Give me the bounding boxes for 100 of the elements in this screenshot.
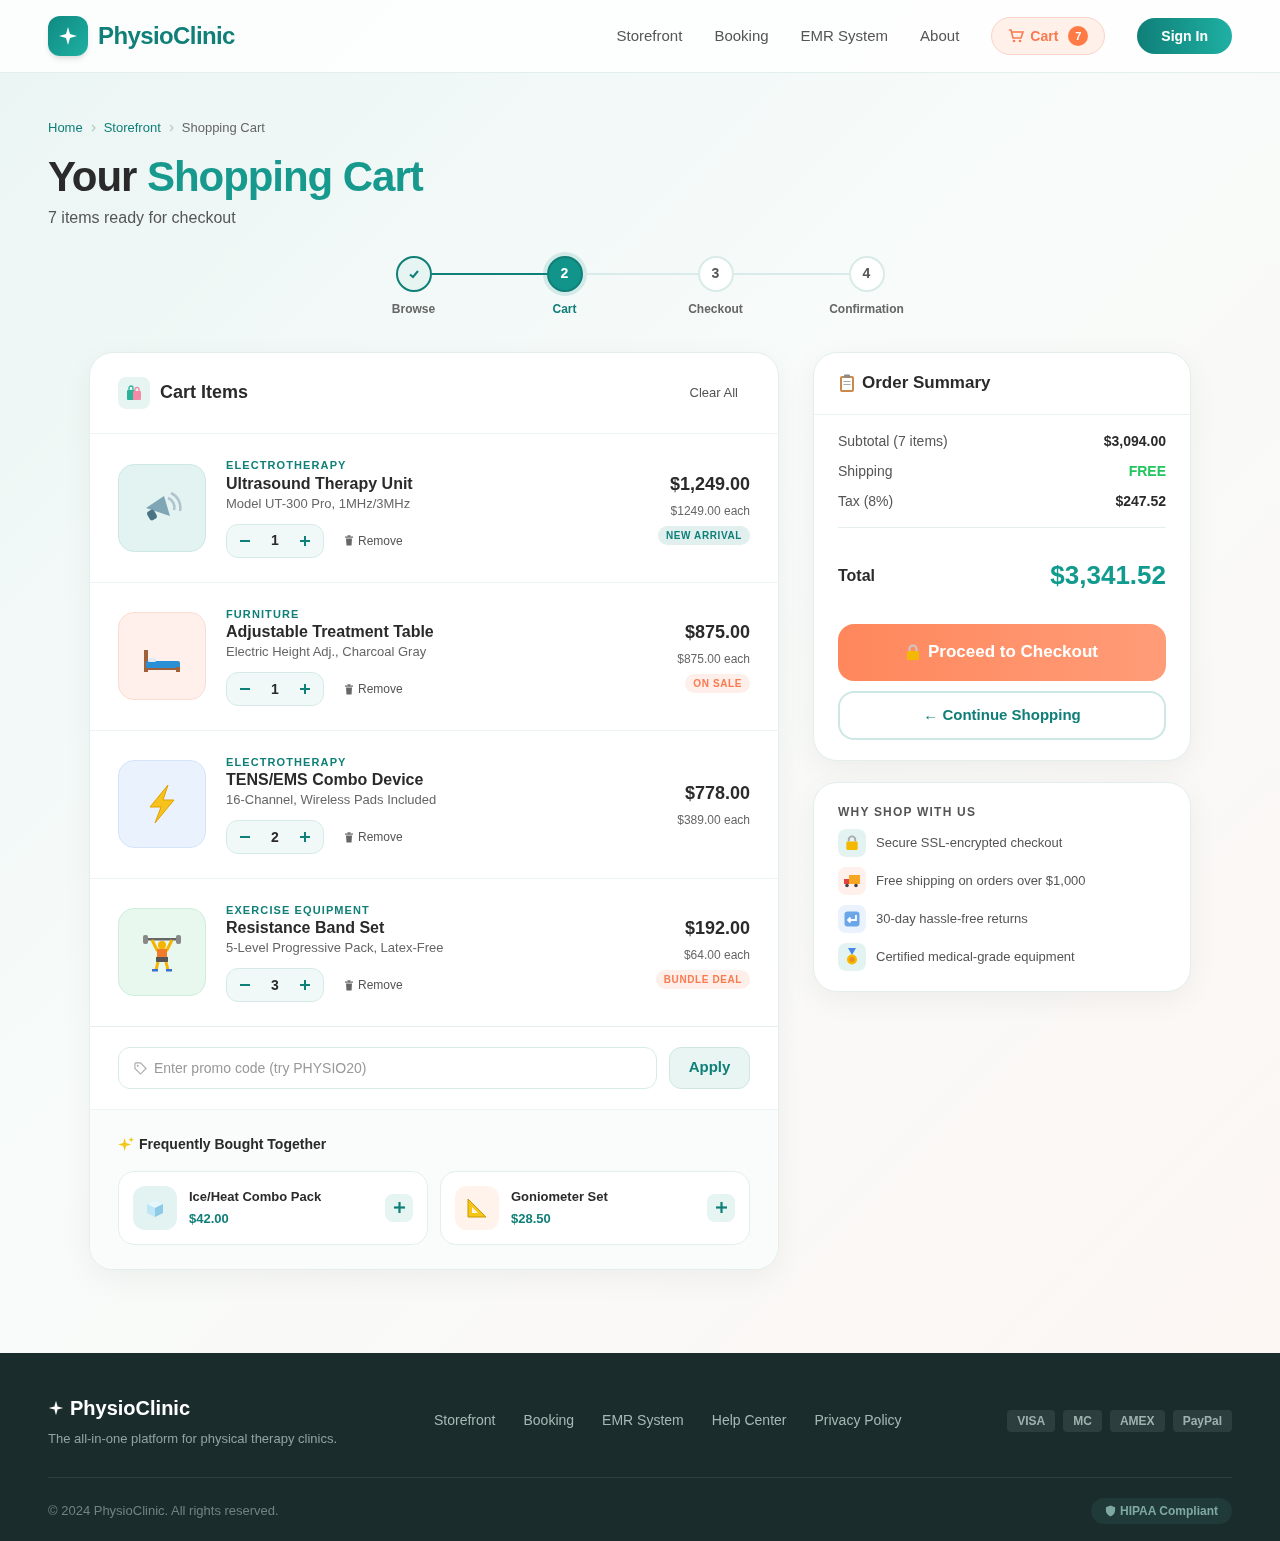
footer-link[interactable]: Storefront xyxy=(434,1410,496,1432)
bundle-item-price: $28.50 xyxy=(511,1209,552,1228)
bundle-item-price: $42.00 xyxy=(189,1209,230,1228)
nav-link[interactable]: Storefront xyxy=(616,24,683,48)
footer-link[interactable]: Booking xyxy=(523,1410,575,1432)
quantity-value: 1 xyxy=(271,531,279,551)
promo-code-field[interactable]: Enter promo code (try PHYSIO20) xyxy=(118,1046,657,1089)
compliance-badge: HIPAA Compliant xyxy=(1091,1497,1232,1524)
continue-shopping-button[interactable]: ← Continue Shopping xyxy=(838,690,1166,740)
step-label: Browse xyxy=(391,300,436,318)
footer-link[interactable]: Help Center xyxy=(711,1410,787,1432)
sparkles-icon xyxy=(118,1135,135,1153)
step-label: Checkout xyxy=(688,300,743,318)
item-name: TENS/EMS Combo Device xyxy=(226,770,425,791)
unit-price: $875.00 each xyxy=(677,651,750,668)
bundle-item-name: Ice/Heat Combo Pack xyxy=(189,1188,323,1206)
item-badge: NEW ARRIVAL xyxy=(657,525,750,545)
plus-icon xyxy=(300,980,310,991)
minus-icon xyxy=(240,836,250,839)
brand-name[interactable]: PhysioClinic xyxy=(98,18,235,54)
copyright-text: © 2024 PhysioClinic. All rights reserved. xyxy=(48,1501,279,1520)
payment-badge: AMEX xyxy=(1109,1409,1165,1432)
lock-icon xyxy=(838,828,866,857)
plus-icon xyxy=(715,1202,727,1213)
clipboard-icon xyxy=(838,373,856,393)
breadcrumb-link[interactable]: Home xyxy=(48,118,83,138)
minus-icon xyxy=(240,688,250,691)
return-arrow-icon xyxy=(838,904,866,933)
item-category: FURNITURE xyxy=(226,606,301,622)
trash-icon xyxy=(344,831,354,843)
item-total: $1,249.00 xyxy=(669,472,750,496)
medal-icon xyxy=(838,942,866,971)
trash-icon xyxy=(344,535,354,547)
cart-icon xyxy=(1008,29,1025,43)
ice-cube-icon xyxy=(133,1185,177,1230)
sign-in-button[interactable]: Sign In xyxy=(1137,18,1232,54)
item-category: ELECTROTHERAPY xyxy=(226,458,348,474)
speaker-icon xyxy=(118,463,206,552)
benefit-text: Certified medical-grade equipment xyxy=(876,947,1075,966)
count-badge: 7 xyxy=(1068,26,1089,46)
truck-icon xyxy=(838,866,866,895)
item-name: Adjustable Treatment Table xyxy=(226,622,435,643)
logo-icon xyxy=(48,1400,64,1416)
nav-link[interactable]: Booking xyxy=(714,24,769,48)
item-badge: ON SALE xyxy=(685,674,750,693)
payment-badge: PayPal xyxy=(1172,1409,1232,1432)
logo-icon xyxy=(48,16,88,56)
unit-price: $1249.00 each xyxy=(670,502,750,520)
step-label: Cart xyxy=(552,300,577,318)
summary-label: Subtotal (7 items) xyxy=(838,432,948,451)
remove-button[interactable]: Remove xyxy=(344,828,403,847)
plus-icon xyxy=(300,684,310,695)
minus-icon xyxy=(240,984,250,987)
remove-button[interactable]: Remove xyxy=(344,531,403,550)
tag-icon xyxy=(134,1061,147,1075)
item-name: Ultrasound Therapy Unit xyxy=(226,473,414,494)
apply-button[interactable]: Apply xyxy=(669,1046,750,1089)
footer-link[interactable]: EMR System xyxy=(602,1410,684,1432)
add-button[interactable] xyxy=(385,1193,413,1222)
page-title: Your Shopping Cart xyxy=(48,151,425,202)
footer-tagline: The all-in-one platform for physical therapy clinics. xyxy=(48,1430,337,1448)
item-description: 16-Channel, Wireless Pads Included xyxy=(226,792,438,809)
nav-link[interactable]: About xyxy=(920,24,960,48)
breadcrumb-current: Shopping Cart xyxy=(181,119,265,137)
quantity-value: 2 xyxy=(271,827,279,847)
trash-icon xyxy=(344,979,354,991)
summary-value: $247.52 xyxy=(1115,492,1166,511)
card-title: Order Summary xyxy=(862,372,991,395)
section-title: Frequently Bought Together xyxy=(139,1134,327,1154)
shopping-bags-icon xyxy=(118,376,150,409)
trash-icon xyxy=(344,683,354,695)
payment-badge: MC xyxy=(1063,1409,1102,1432)
item-total: $875.00 xyxy=(684,621,750,644)
plus-icon xyxy=(300,832,310,843)
card-title: Cart Items xyxy=(160,381,249,404)
lightning-icon xyxy=(118,760,206,848)
remove-button[interactable]: Remove xyxy=(344,680,403,699)
quantity-value: 1 xyxy=(271,679,279,699)
total-label: Total xyxy=(838,565,876,586)
bundle-item-name: Goniometer Set xyxy=(511,1188,609,1206)
footer-link[interactable]: Privacy Policy xyxy=(814,1410,902,1432)
breadcrumb-link[interactable]: Storefront xyxy=(103,118,161,138)
item-category: EXERCISE EQUIPMENT xyxy=(226,902,371,918)
nav-link[interactable]: EMR System xyxy=(800,24,889,48)
item-description: Model UT-300 Pro, 1MHz/3MHz xyxy=(226,495,412,512)
payment-badge: VISA xyxy=(1007,1409,1056,1432)
total-amount: $3,341.52 xyxy=(1050,559,1166,592)
benefit-text: 30-day hassle-free returns xyxy=(876,909,1028,928)
item-description: Electric Height Adj., Charcoal Gray xyxy=(226,644,428,661)
lock-icon xyxy=(905,643,920,661)
remove-button[interactable]: Remove xyxy=(344,976,403,995)
item-total: $192.00 xyxy=(684,917,750,940)
step-label: Confirmation xyxy=(829,300,904,318)
bed-icon xyxy=(118,612,206,700)
benefit-text: Free shipping on orders over $1,000 xyxy=(876,871,1086,890)
add-button[interactable] xyxy=(707,1193,735,1222)
triangle-ruler-icon xyxy=(455,1185,499,1230)
clear-all-button[interactable]: Clear All xyxy=(689,382,738,403)
footer-brand: PhysioClinic xyxy=(70,1396,191,1421)
page-subtitle: 7 items ready for checkout xyxy=(48,207,237,228)
